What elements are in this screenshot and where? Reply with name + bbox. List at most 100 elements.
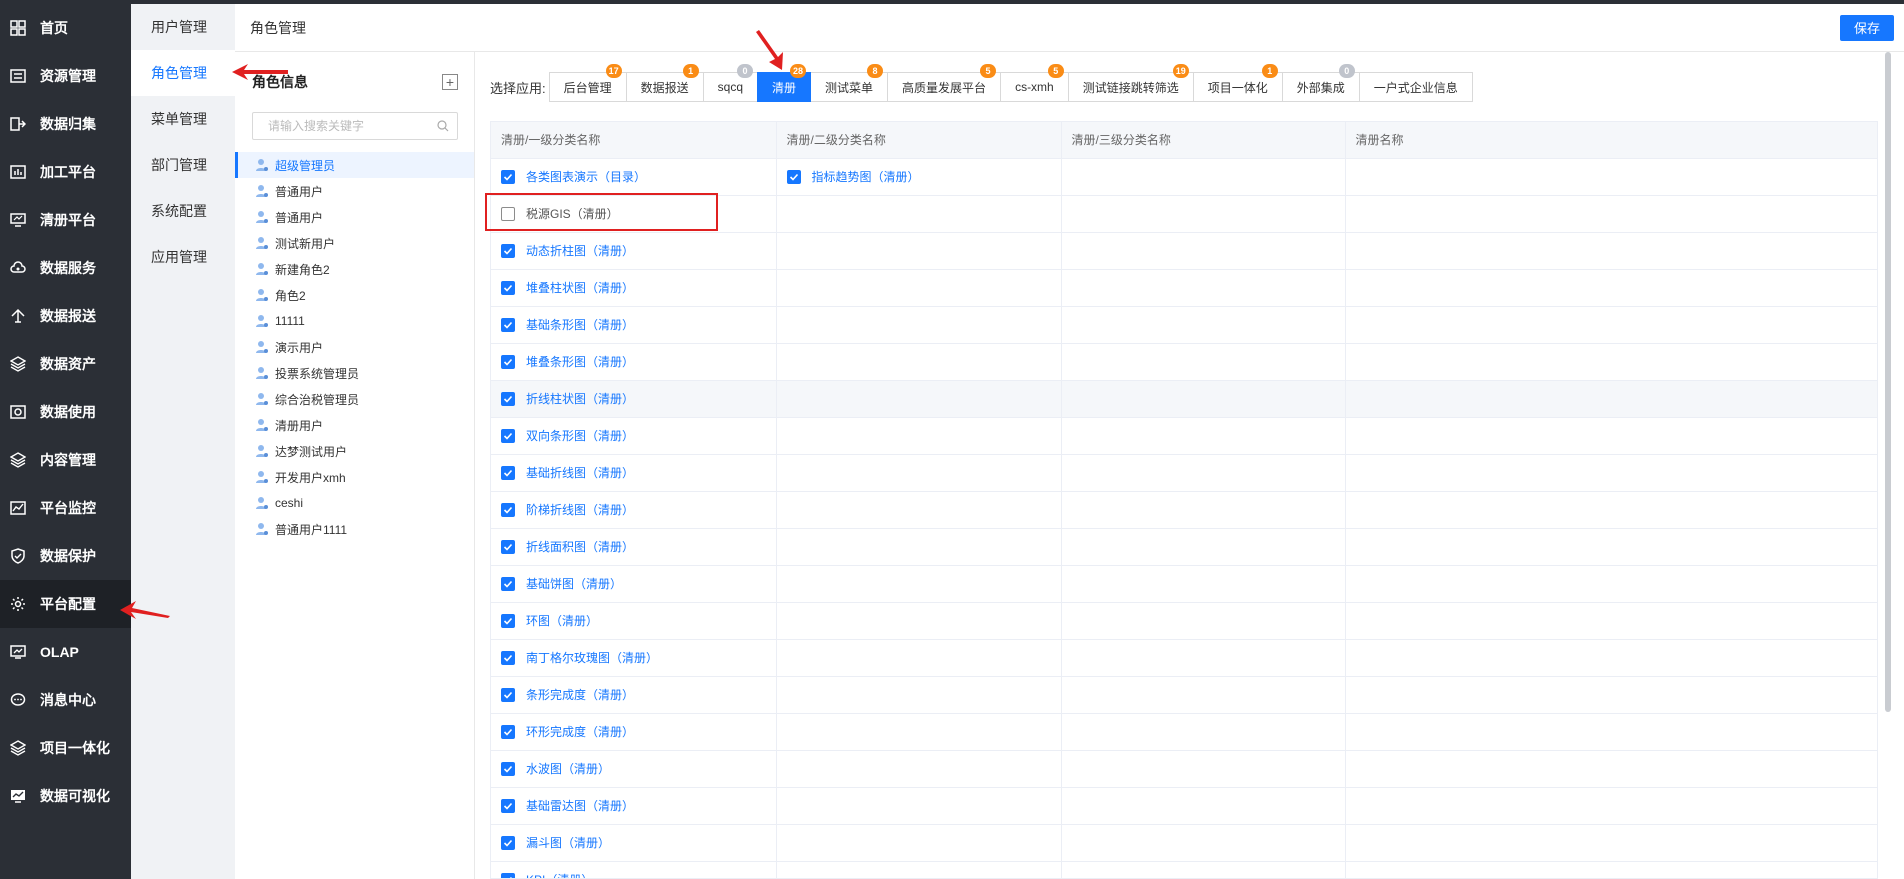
- permission-checkbox[interactable]: [501, 465, 515, 480]
- permission-checkbox[interactable]: [501, 317, 515, 332]
- table-row: 环形完成度（清册）: [491, 713, 1877, 751]
- permission-label: 基础条形图（清册）: [526, 318, 635, 332]
- permission-checkbox[interactable]: [501, 576, 515, 591]
- table-cell: [1345, 602, 1877, 640]
- permission-checkbox[interactable]: [501, 169, 515, 184]
- table-cell: [1345, 491, 1877, 529]
- table-cell: [776, 639, 1062, 677]
- role-item[interactable]: 测试新用户: [235, 230, 474, 256]
- role-item[interactable]: 超级管理员: [235, 152, 474, 178]
- role-item-label: 达梦测试用户: [275, 444, 348, 459]
- permission-checkbox[interactable]: [501, 428, 515, 443]
- role-item[interactable]: 普通用户: [235, 204, 474, 230]
- permission-checkbox[interactable]: [786, 169, 801, 184]
- role-item[interactable]: 演示用户: [235, 334, 474, 360]
- nav-item[interactable]: 数据可视化: [0, 772, 131, 820]
- nav-item[interactable]: 加工平台: [0, 148, 131, 196]
- permission-checkbox[interactable]: [501, 539, 515, 554]
- app-tab[interactable]: 一户式企业信息: [1358, 72, 1473, 102]
- role-item[interactable]: 投票系统管理员: [235, 360, 474, 386]
- search-icon[interactable]: [437, 120, 449, 132]
- app-tab[interactable]: 测试菜单 8: [810, 64, 889, 102]
- nav-item[interactable]: 平台监控: [0, 484, 131, 532]
- count-badge: 8: [867, 64, 884, 78]
- nav-item[interactable]: 数据服务: [0, 244, 131, 292]
- table-cell: [1345, 713, 1877, 751]
- permission-checkbox[interactable]: [501, 243, 515, 258]
- app-tab[interactable]: sqcq 0: [702, 64, 759, 102]
- app-tab[interactable]: 数据报送 1: [625, 64, 704, 102]
- permission-checkbox[interactable]: [501, 798, 515, 813]
- role-item[interactable]: 11111: [235, 308, 474, 334]
- nav-item[interactable]: 数据保护: [0, 532, 131, 580]
- app-tab[interactable]: 清册 28: [757, 64, 812, 102]
- nav-item-label: 资源管理: [40, 68, 96, 84]
- nav-item[interactable]: 数据资产: [0, 340, 131, 388]
- permission-checkbox[interactable]: [501, 391, 515, 406]
- nav-item[interactable]: 数据使用: [0, 388, 131, 436]
- layers-icon: [10, 356, 26, 372]
- nav-item[interactable]: 项目一体化: [0, 724, 131, 772]
- role-item[interactable]: ceshi: [235, 490, 474, 516]
- nav-item-label: 数据报送: [40, 308, 96, 324]
- app-tab[interactable]: 测试链接跳转筛选 19: [1067, 64, 1194, 102]
- permission-checkbox[interactable]: [501, 354, 515, 369]
- role-item[interactable]: 新建角色2: [235, 256, 474, 282]
- permission-checkbox[interactable]: [501, 650, 515, 665]
- submenu-item[interactable]: 部门管理: [131, 142, 235, 188]
- permission-checkbox[interactable]: [501, 280, 515, 295]
- table-cell: [1061, 380, 1346, 418]
- table-cell: [1345, 750, 1877, 788]
- permission-checkbox[interactable]: [501, 872, 515, 878]
- table-cell: 堆叠柱状图（清册）: [491, 269, 777, 307]
- nav-item[interactable]: 数据归集: [0, 100, 131, 148]
- nav-item[interactable]: 清册平台: [0, 196, 131, 244]
- app-tab[interactable]: 项目一体化 1: [1192, 64, 1283, 102]
- permission-checkbox[interactable]: [501, 687, 515, 702]
- submenu-item[interactable]: 角色管理: [131, 50, 235, 96]
- role-item[interactable]: 普通用户1111: [235, 516, 474, 542]
- submenu-item[interactable]: 系统配置: [131, 188, 235, 234]
- permission-checkbox[interactable]: [501, 502, 515, 517]
- save-button[interactable]: 保存: [1839, 14, 1894, 41]
- app-tab[interactable]: cs-xmh 5: [1000, 64, 1069, 102]
- table-cell: 漏斗图（清册）: [491, 824, 777, 862]
- nav-item[interactable]: 内容管理: [0, 436, 131, 484]
- table-cell: [1345, 676, 1877, 714]
- nav-item[interactable]: 资源管理: [0, 52, 131, 100]
- user-icon: [256, 315, 268, 327]
- role-item[interactable]: 达梦测试用户: [235, 438, 474, 464]
- app-tab[interactable]: 高质量发展平台 5: [887, 64, 1002, 102]
- permission-label: 折线柱状图（清册）: [526, 392, 635, 406]
- permission-label: 堆叠条形图（清册）: [526, 355, 635, 369]
- submenu-item[interactable]: 应用管理: [131, 234, 235, 280]
- table-cell: 阶梯折线图（清册）: [491, 491, 777, 529]
- role-item[interactable]: 清册用户: [235, 412, 474, 438]
- nav-item[interactable]: OLAP: [0, 628, 131, 676]
- table-row: 基础饼图（清册）: [491, 565, 1877, 603]
- submenu-item[interactable]: 用户管理: [131, 4, 235, 50]
- role-item[interactable]: 角色2: [235, 282, 474, 308]
- user-icon: [256, 393, 268, 405]
- role-item[interactable]: 开发用户xmh: [235, 464, 474, 490]
- permission-checkbox[interactable]: [501, 613, 515, 628]
- submenu-item[interactable]: 菜单管理: [131, 96, 235, 142]
- role-item[interactable]: 综合治税管理员: [235, 386, 474, 412]
- app-tab[interactable]: 后台管理 17: [548, 64, 627, 102]
- add-role-icon[interactable]: +: [442, 74, 458, 90]
- role-search-input[interactable]: [268, 119, 428, 133]
- permission-checkbox[interactable]: [501, 724, 515, 739]
- app-tab[interactable]: 外部集成 0: [1281, 64, 1360, 102]
- app-tab-label: 一户式企业信息: [1373, 80, 1458, 95]
- nav-item[interactable]: 平台配置: [0, 580, 131, 628]
- permission-checkbox[interactable]: [501, 835, 515, 850]
- nav-item[interactable]: 数据报送: [0, 292, 131, 340]
- permission-checkbox[interactable]: [501, 761, 515, 776]
- role-item[interactable]: 普通用户: [235, 178, 474, 204]
- user-icon: [256, 419, 268, 431]
- permission-label: 南丁格尔玫瑰图（清册）: [526, 651, 659, 665]
- table-scrollbar[interactable]: [1885, 52, 1891, 712]
- nav-item[interactable]: 消息中心: [0, 676, 131, 724]
- nav-item[interactable]: 首页: [0, 4, 131, 52]
- app-tab-label: 清册: [772, 80, 797, 95]
